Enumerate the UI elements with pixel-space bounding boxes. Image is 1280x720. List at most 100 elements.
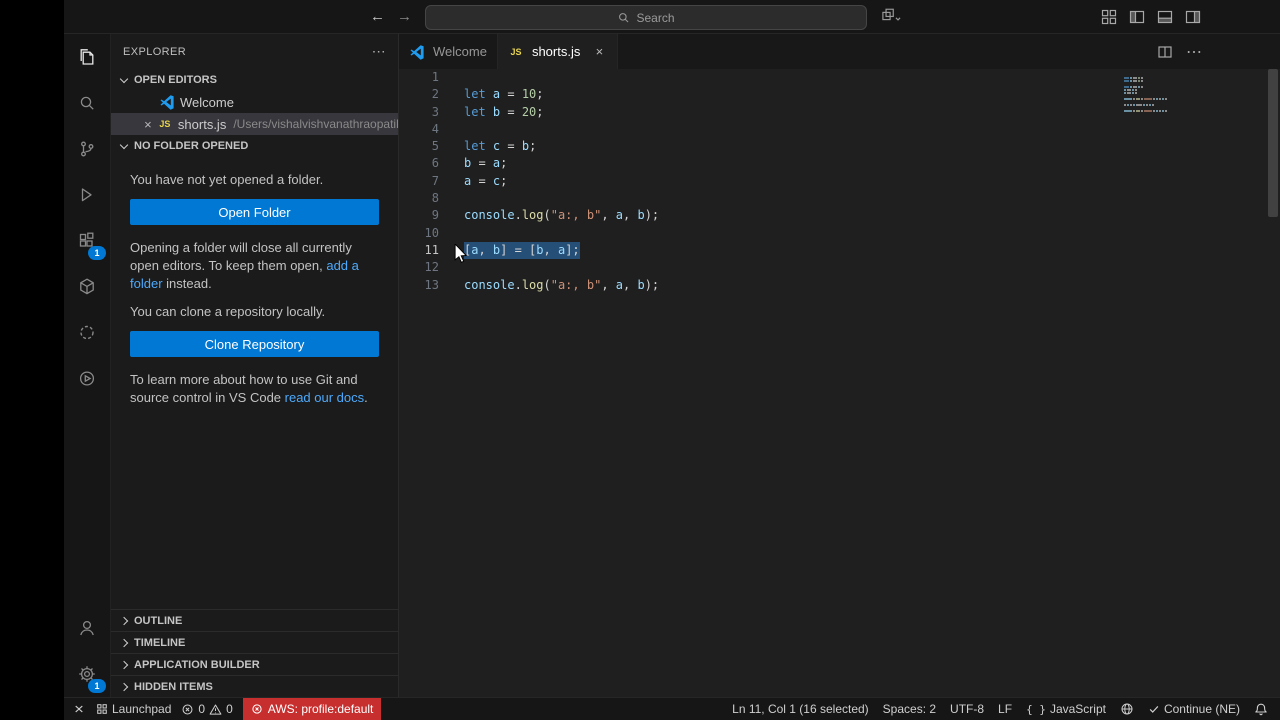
code-line-4[interactable]: 4 <box>399 121 1280 138</box>
encoding-status[interactable]: UTF-8 <box>950 698 984 720</box>
timeline-section-header[interactable]: TIMELINE <box>111 631 398 653</box>
code-line-13[interactable]: 13 console.log("a:, b", a, b); <box>399 277 1280 294</box>
open-editor-shorts[interactable]: × JS shorts.js /Users/vishalvishvanathra… <box>111 113 398 135</box>
accounts-icon[interactable] <box>64 605 110 651</box>
open-editors-header[interactable]: OPEN EDITORS <box>111 69 398 91</box>
error-circle-icon <box>252 704 262 714</box>
code-line-9[interactable]: 9 console.log("a:, b", a, b); <box>399 207 1280 224</box>
line-number[interactable]: 2 <box>399 86 439 103</box>
close-editor-icon[interactable]: × <box>139 117 157 132</box>
line-number[interactable]: 11 <box>399 242 439 259</box>
application-builder-section-header[interactable]: APPLICATION BUILDER <box>111 653 398 675</box>
line-number[interactable]: 6 <box>399 155 439 172</box>
code-line-5[interactable]: 5 let c = b; <box>399 138 1280 155</box>
aws-profile-status-item[interactable]: AWS: profile:default <box>242 698 382 720</box>
close-tab-icon[interactable]: × <box>591 44 607 59</box>
clone-text: You can clone a repository locally. <box>130 304 326 319</box>
chevron-right-icon <box>119 660 129 669</box>
js-file-icon: JS <box>510 46 522 57</box>
status-bar: Launchpad 0 0 AWS: profile:default Ln 11… <box>64 697 1280 720</box>
continue-status-item[interactable]: Continue (NE) <box>1148 698 1240 720</box>
scrollbar-thumb[interactable] <box>1268 69 1278 217</box>
settings-badge: 1 <box>88 679 106 693</box>
forward-button[interactable]: → <box>397 8 412 25</box>
line-number[interactable]: 9 <box>399 207 439 224</box>
run-debug-icon[interactable] <box>64 172 110 218</box>
braces-icon: { } <box>1026 702 1046 716</box>
launchpad-status-item[interactable]: Launchpad <box>96 698 171 720</box>
line-number[interactable]: 5 <box>399 138 439 155</box>
code-line-8[interactable]: 8 <box>399 190 1280 207</box>
toggle-panel-icon[interactable] <box>1156 8 1174 26</box>
explorer-title: EXPLORER <box>123 45 187 58</box>
open-editor-label: Welcome <box>180 94 234 110</box>
errors-count: 0 <box>198 702 206 716</box>
globe-icon[interactable] <box>1120 698 1134 720</box>
amazon-q-icon[interactable] <box>64 310 110 356</box>
search-icon <box>619 13 629 23</box>
editor: 1 2 let a = 10; 3 let b = 20; 4 5 let c = b; 6 b … <box>399 69 1280 697</box>
open-editor-welcome[interactable]: Welcome <box>111 91 398 113</box>
source-control-icon[interactable] <box>64 126 110 172</box>
customize-layout-icon[interactable] <box>1100 8 1118 26</box>
remote-indicator-icon[interactable] <box>72 698 86 720</box>
split-editor-icon[interactable] <box>1156 43 1174 61</box>
activity-bar: 1 1 <box>64 34 111 697</box>
language-mode-status[interactable]: { } JavaScript <box>1026 698 1106 720</box>
more-actions-icon[interactable]: ⋯ <box>372 43 386 60</box>
title-bar: ← → Search <box>64 0 1280 34</box>
code-line-11[interactable]: 11 [a, b] = [b, a]; <box>399 241 1280 260</box>
check-icon <box>1149 706 1159 713</box>
open-folder-button[interactable]: Open Folder <box>130 199 379 225</box>
explorer-icon[interactable] <box>64 34 110 80</box>
line-number[interactable]: 10 <box>399 225 439 242</box>
tab-bar: Welcome JS shorts.js × ⋯ <box>399 34 1280 69</box>
read-our-docs-link[interactable]: read our docs <box>285 390 365 405</box>
indentation-status[interactable]: Spaces: 2 <box>883 698 936 720</box>
warnings-icon <box>209 704 222 715</box>
chevron-down-icon <box>119 74 129 84</box>
line-number[interactable]: 1 <box>399 69 439 86</box>
code-line-6[interactable]: 6b = a; <box>399 155 1280 172</box>
search-bar[interactable]: Search <box>425 5 867 30</box>
chevron-right-icon <box>119 638 129 647</box>
extensions-icon[interactable]: 1 <box>64 218 110 264</box>
no-folder-header[interactable]: NO FOLDER OPENED <box>111 135 398 157</box>
aws-toolkit-icon[interactable] <box>64 264 110 310</box>
search-placeholder: Search <box>636 10 675 25</box>
line-number[interactable]: 12 <box>399 259 439 276</box>
code-line-10[interactable]: 10 <box>399 225 1280 242</box>
docs-text: To learn more about how to use Git and s… <box>130 372 368 405</box>
toggle-primary-sidebar-icon[interactable] <box>1128 8 1146 26</box>
open-editor-description: /Users/vishalvishvanathraopatil <box>233 117 398 131</box>
outline-section-header[interactable]: OUTLINE <box>111 609 398 631</box>
keep-open-text: Opening a folder will close all currentl… <box>130 240 359 291</box>
continue-icon[interactable] <box>64 356 110 402</box>
toggle-secondary-sidebar-icon[interactable] <box>1184 8 1202 26</box>
settings-gear-icon[interactable]: 1 <box>64 651 110 697</box>
line-number[interactable]: 7 <box>399 173 439 190</box>
workspace-switcher-icon[interactable] <box>880 7 902 25</box>
code-line-12[interactable]: 12 <box>399 259 1280 276</box>
minimap[interactable] <box>1124 74 1168 113</box>
code-line-7[interactable]: 7a = c; <box>399 173 1280 190</box>
line-number[interactable]: 4 <box>399 121 439 138</box>
search-view-icon[interactable] <box>64 80 110 126</box>
notifications-bell-icon[interactable] <box>1254 698 1268 720</box>
cursor-position-status[interactable]: Ln 11, Col 1 (16 selected) <box>732 698 869 720</box>
tab-shorts-js[interactable]: JS shorts.js × <box>497 34 619 69</box>
eol-status[interactable]: LF <box>998 698 1012 720</box>
problems-status-item[interactable]: 0 0 <box>181 698 233 720</box>
vscode-window: ← → Search 1 1 EXPLORER ⋯ OPEN EDITORS W… <box>64 0 1280 720</box>
extensions-badge: 1 <box>88 246 106 260</box>
vscode-logo-icon <box>160 95 174 110</box>
back-button[interactable]: ← <box>370 8 385 25</box>
line-number[interactable]: 13 <box>399 277 439 294</box>
clone-repository-button[interactable]: Clone Repository <box>130 331 379 357</box>
line-number[interactable]: 8 <box>399 190 439 207</box>
line-number[interactable]: 3 <box>399 104 439 121</box>
hidden-items-section-header[interactable]: HIDDEN ITEMS <box>111 675 398 697</box>
editor-more-actions-icon[interactable]: ⋯ <box>1186 42 1202 62</box>
chevron-down-icon <box>119 140 129 150</box>
tab-welcome[interactable]: Welcome <box>399 34 498 69</box>
